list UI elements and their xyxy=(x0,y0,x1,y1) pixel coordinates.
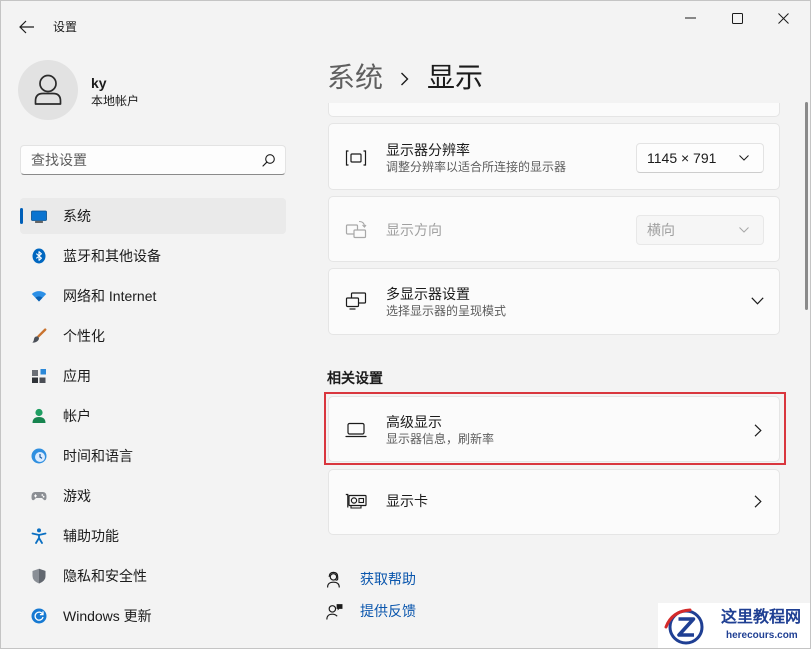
related-settings-heading: 相关设置 xyxy=(327,370,383,386)
multiple-displays-subtitle: 选择显示器的呈现模式 xyxy=(386,304,507,318)
time-language-icon xyxy=(31,448,47,464)
multi-display-icon xyxy=(345,292,367,310)
sidebar-item-bluetooth[interactable]: 蓝牙和其他设备 xyxy=(20,238,286,274)
get-help-label[interactable]: 获取帮助 xyxy=(360,570,416,588)
orientation-value: 横向 xyxy=(647,222,675,238)
watermark: 这里教程网 herecours.com xyxy=(658,603,811,649)
resolution-subtitle: 调整分辨率以适合所连接的显示器 xyxy=(386,160,567,174)
account-icon xyxy=(32,408,46,423)
get-help-link[interactable]: 获取帮助 xyxy=(326,570,446,590)
sidebar-item-windows-update[interactable]: Windows 更新 xyxy=(20,598,286,634)
sidebar-item-label: 系统 xyxy=(63,208,91,224)
graphics-title: 显示卡 xyxy=(386,493,428,509)
scrollbar-thumb[interactable] xyxy=(805,102,808,310)
user-name: ky xyxy=(91,75,107,91)
search-input[interactable] xyxy=(21,146,257,174)
give-feedback-label[interactable]: 提供反馈 xyxy=(360,602,416,620)
sidebar-item-label: Windows 更新 xyxy=(63,608,152,624)
maximize-button[interactable] xyxy=(714,0,760,36)
search-box[interactable] xyxy=(20,145,286,175)
orientation-title: 显示方向 xyxy=(386,222,442,238)
chevron-right-icon[interactable] xyxy=(754,495,762,508)
maximize-icon xyxy=(731,12,743,24)
chevron-down-icon xyxy=(739,155,749,161)
graphics-card-icon xyxy=(345,493,367,509)
resolution-value: 1145 × 791 xyxy=(647,150,717,166)
update-icon xyxy=(31,608,47,624)
sidebar-item-label: 游戏 xyxy=(63,488,91,504)
close-icon xyxy=(777,12,789,24)
chevron-down-icon xyxy=(739,227,749,233)
back-arrow-icon xyxy=(19,20,34,34)
feedback-icon xyxy=(326,604,343,620)
bluetooth-icon xyxy=(32,248,46,264)
sidebar-item-time-language[interactable]: 时间和语言 xyxy=(20,438,286,474)
minimize-button[interactable] xyxy=(667,0,713,36)
watermark-site: herecours.com xyxy=(726,630,798,641)
highlight-box xyxy=(324,392,786,465)
sidebar-item-label: 帐户 xyxy=(63,408,91,424)
orientation-dropdown: 横向 xyxy=(636,215,764,245)
brush-icon xyxy=(32,328,47,343)
sidebar-item-label: 隐私和安全性 xyxy=(63,568,147,584)
sidebar-item-system[interactable]: 系统 xyxy=(20,198,286,234)
sidebar-item-network[interactable]: 网络和 Internet xyxy=(20,278,286,314)
wifi-icon xyxy=(31,291,47,302)
sidebar-item-label: 蓝牙和其他设备 xyxy=(63,248,161,264)
resolution-title: 显示器分辨率 xyxy=(386,142,470,158)
orientation-icon xyxy=(345,220,367,239)
sidebar-item-accounts[interactable]: 帐户 xyxy=(20,398,286,434)
sidebar-item-label: 个性化 xyxy=(63,328,105,344)
title-bar: 设置 xyxy=(0,0,811,44)
sidebar-nav: 系统 蓝牙和其他设备 网络和 Internet 个性化 应用 帐户 时间和语言 … xyxy=(20,198,286,638)
resolution-card: 显示器分辨率 调整分辨率以适合所连接的显示器 1145 × 791 xyxy=(328,123,780,190)
breadcrumb-parent[interactable]: 系统 xyxy=(327,60,383,96)
multiple-displays-card[interactable]: 多显示器设置 选择显示器的呈现模式 xyxy=(328,268,780,335)
search-icon[interactable] xyxy=(262,153,276,167)
resolution-dropdown[interactable]: 1145 × 791 xyxy=(636,143,764,173)
resolution-icon xyxy=(345,150,367,166)
close-button[interactable] xyxy=(760,0,806,36)
page-title: 显示 xyxy=(427,62,484,93)
sidebar-item-label: 应用 xyxy=(63,368,91,384)
partial-card xyxy=(328,103,780,117)
chevron-right-icon xyxy=(401,72,409,86)
sidebar-item-apps[interactable]: 应用 xyxy=(20,358,286,394)
monitor-icon xyxy=(31,210,47,223)
graphics-card[interactable]: 显示卡 xyxy=(328,469,780,535)
sidebar-item-personalization[interactable]: 个性化 xyxy=(20,318,286,354)
watermark-name: 这里教程网 xyxy=(721,609,802,626)
orientation-card: 显示方向 横向 xyxy=(328,196,780,262)
window-title: 设置 xyxy=(53,20,78,34)
watermark-logo xyxy=(664,608,704,645)
accessibility-icon xyxy=(31,528,47,544)
minimize-icon xyxy=(684,17,696,19)
gamepad-icon xyxy=(31,492,47,501)
sidebar-item-label: 时间和语言 xyxy=(63,448,133,464)
sidebar-item-gaming[interactable]: 游戏 xyxy=(20,478,286,514)
multiple-displays-title: 多显示器设置 xyxy=(386,286,470,302)
user-icon xyxy=(34,74,62,105)
help-icon xyxy=(327,571,340,588)
account-type: 本地帐户 xyxy=(91,94,140,108)
shield-icon xyxy=(32,568,46,584)
apps-icon xyxy=(32,369,46,383)
sidebar-item-accessibility[interactable]: 辅助功能 xyxy=(20,518,286,554)
sidebar-item-label: 网络和 Internet xyxy=(63,288,157,304)
back-button[interactable] xyxy=(12,14,40,40)
sidebar-item-label: 辅助功能 xyxy=(63,528,119,544)
chevron-down-icon[interactable] xyxy=(751,297,764,305)
breadcrumb: 系统 显示 xyxy=(327,60,527,96)
give-feedback-link[interactable]: 提供反馈 xyxy=(326,602,446,622)
avatar[interactable] xyxy=(18,60,78,120)
sidebar-item-privacy[interactable]: 隐私和安全性 xyxy=(20,558,286,594)
